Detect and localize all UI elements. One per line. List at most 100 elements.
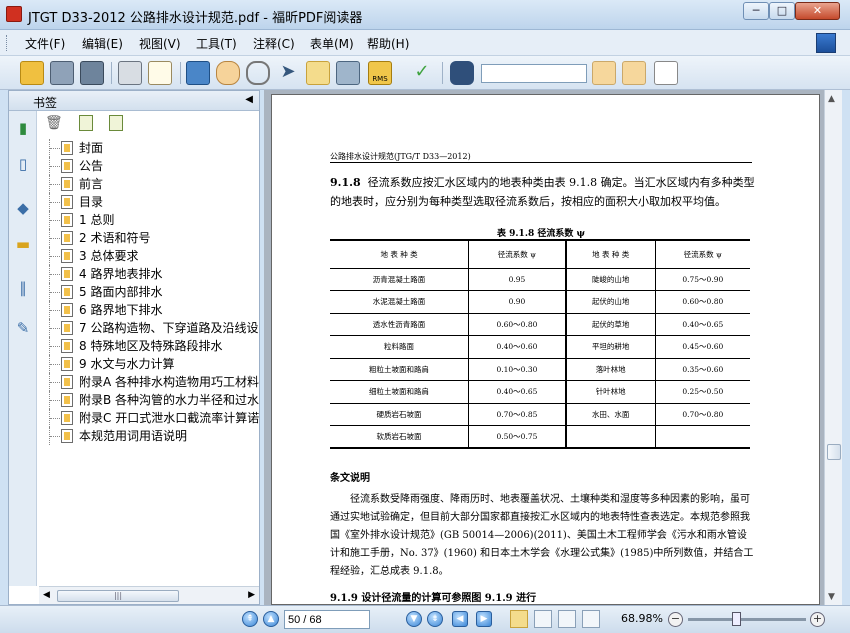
bookmark-list: 封面 公告 前言 目录 1 总则 2 术语和符号 3 总体要求 4 路界地表排水…	[39, 139, 259, 585]
bookmark-item[interactable]: 封面	[39, 139, 259, 157]
maximize-doc-icon[interactable]	[816, 33, 836, 53]
bookmark-icon	[61, 159, 73, 173]
save-icon[interactable]	[50, 61, 74, 85]
zoom-slider-knob[interactable]	[732, 612, 741, 626]
comments-tab-icon[interactable]: ▬	[12, 235, 34, 259]
close-button[interactable]: ✕	[795, 2, 840, 20]
bookmark-item[interactable]: 附录B 各种沟管的水力半径和过水	[39, 391, 259, 409]
bookmark-icon	[61, 195, 73, 209]
next-page-icon[interactable]: ▼	[406, 611, 422, 627]
zoom-icon[interactable]	[246, 61, 270, 85]
scroll-down-icon[interactable]: ▼	[828, 592, 835, 602]
email-icon[interactable]	[148, 61, 172, 85]
menu-edit[interactable]: 编辑(E)	[82, 35, 123, 52]
first-page-icon[interactable]: ⇞	[242, 611, 258, 627]
page-number-input[interactable]	[284, 610, 370, 629]
minimize-button[interactable]: ─	[743, 2, 769, 20]
menu-bar: 文件(F) 编辑(E) 视图(V) 工具(T) 注释(C) 表单(M) 帮助(H…	[0, 30, 850, 56]
bookmark-icon	[61, 249, 73, 263]
document-vscrollbar[interactable]: ▲ ▼	[824, 90, 842, 605]
pages-tab-icon[interactable]: ▯	[12, 155, 34, 179]
table-row: 透水性沥青路面 0.60～0.80 起伏的草地 0.40～0.65	[330, 312, 750, 336]
bookmark-item[interactable]: 3 总体要求	[39, 247, 259, 265]
facing-view-icon[interactable]	[558, 610, 576, 628]
attachments-tab-icon[interactable]: ∥	[12, 279, 34, 303]
table-row: 粗粒土坡面和路肩 0.10～0.30 落叶林地 0.35～0.60	[330, 357, 750, 381]
hscroll-thumb[interactable]: |||	[57, 590, 179, 602]
prev-find-icon[interactable]	[592, 61, 616, 85]
snapshot-icon[interactable]	[336, 61, 360, 85]
next-find-icon[interactable]	[622, 61, 646, 85]
add-child-bookmark-icon[interactable]	[109, 115, 123, 131]
bookmark-item[interactable]: 8 特殊地区及特殊路段排水	[39, 337, 259, 355]
menu-grip	[6, 35, 9, 51]
bookmark-item[interactable]: 5 路面内部排水	[39, 283, 259, 301]
bookmark-item[interactable]: 1 总则	[39, 211, 259, 229]
sign-icon[interactable]: ✓	[410, 61, 434, 85]
bookmark-icon	[61, 267, 73, 281]
zoom-out-icon[interactable]: −	[668, 612, 683, 627]
bookmark-item[interactable]: 9 水文与水力计算	[39, 355, 259, 373]
add-bookmark-icon[interactable]	[79, 115, 93, 131]
bookmark-item[interactable]: 公告	[39, 157, 259, 175]
bookmark-item[interactable]: 附录A 各种排水构造物用巧工材料	[39, 373, 259, 391]
menu-view[interactable]: 视图(V)	[139, 35, 181, 52]
back-icon[interactable]: ◀	[452, 611, 468, 627]
bookmark-item[interactable]: 4 路界地表排水	[39, 265, 259, 283]
foxit-app-icon	[6, 6, 22, 22]
maximize-button[interactable]: □	[769, 2, 795, 20]
bookmark-item[interactable]: 前言	[39, 175, 259, 193]
bookmark-item[interactable]: 本规范用词用语说明	[39, 427, 259, 445]
pdf-page: 公路排水设计规范(JTG/T D33—2012) 9.1.8 径流系数应按汇水区…	[271, 94, 820, 605]
bookmark-item[interactable]: 目录	[39, 193, 259, 211]
vscroll-thumb[interactable]	[827, 444, 841, 460]
bookmark-item[interactable]: 7 公路构造物、下穿道路及沿线设	[39, 319, 259, 337]
menu-file[interactable]: 文件(F)	[25, 35, 65, 52]
hand-icon[interactable]	[216, 61, 240, 85]
scroll-right-icon[interactable]: ▶	[248, 590, 255, 600]
continuous-view-icon[interactable]	[534, 610, 552, 628]
single-page-view-icon[interactable]	[510, 610, 528, 628]
last-page-icon[interactable]: ⇟	[427, 611, 443, 627]
prev-page-icon[interactable]: ▲	[263, 611, 279, 627]
bookmark-icon	[61, 339, 73, 353]
find-binoculars-icon[interactable]	[450, 61, 474, 85]
running-head: 公路排水设计规范(JTG/T D33—2012)	[330, 152, 471, 161]
toolbar-separator	[442, 62, 443, 84]
search-input[interactable]	[481, 64, 587, 83]
layers-tab-icon[interactable]: ◆	[12, 199, 34, 223]
bookmark-item[interactable]: 附录C 开口式泄水口截流率计算诺	[39, 409, 259, 427]
scroll-left-icon[interactable]: ◀	[43, 590, 50, 600]
bookmark-item[interactable]: 6 路界地下排水	[39, 301, 259, 319]
bookmark-tab-icon[interactable]: ▮	[12, 119, 34, 143]
scroll-up-icon[interactable]: ▲	[828, 94, 835, 104]
select-arrow-icon[interactable]: ➤	[276, 61, 300, 85]
collapse-arrow-icon[interactable]: ◀	[245, 94, 253, 105]
runoff-table: 地 表 种 类径流系数 ψ地 表 种 类径流系数 ψ 沥青混凝土路面 0.95 陡峻…	[330, 239, 750, 449]
toolbar-separator	[111, 62, 112, 84]
zoom-slider[interactable]	[688, 612, 806, 626]
fullscreen-icon[interactable]	[186, 61, 210, 85]
save-as-icon[interactable]	[80, 61, 104, 85]
signature-tab-icon[interactable]: ✎	[12, 319, 34, 343]
delete-bookmark-icon[interactable]: 🗑	[45, 115, 63, 131]
bookmark-panel-title: 书签	[33, 96, 58, 110]
bookmark-icon	[61, 321, 73, 335]
forward-icon[interactable]: ▶	[476, 611, 492, 627]
print-icon[interactable]	[118, 61, 142, 85]
text-select-icon[interactable]	[306, 61, 330, 85]
rms-lock-icon[interactable]: RMS	[368, 61, 392, 85]
zoom-in-icon[interactable]: +	[810, 612, 825, 627]
menu-comment[interactable]: 注释(C)	[253, 35, 295, 52]
menu-help[interactable]: 帮助(H)	[367, 35, 409, 52]
menu-form[interactable]: 表单(M)	[310, 35, 354, 52]
next-clause-line: 9.1.9 设计径流量的计算可参照图 9.1.9 进行	[330, 593, 537, 604]
open-folder-icon[interactable]	[20, 61, 44, 85]
bookmark-hscrollbar[interactable]: ◀ ||| ▶	[39, 586, 259, 604]
bookmark-icon	[61, 231, 73, 245]
bookmark-item[interactable]: 2 术语和符号	[39, 229, 259, 247]
continuous-facing-view-icon[interactable]	[582, 610, 600, 628]
bookmark-icon	[61, 141, 73, 155]
menu-tools[interactable]: 工具(T)	[196, 35, 237, 52]
highlight-icon[interactable]	[654, 61, 678, 85]
